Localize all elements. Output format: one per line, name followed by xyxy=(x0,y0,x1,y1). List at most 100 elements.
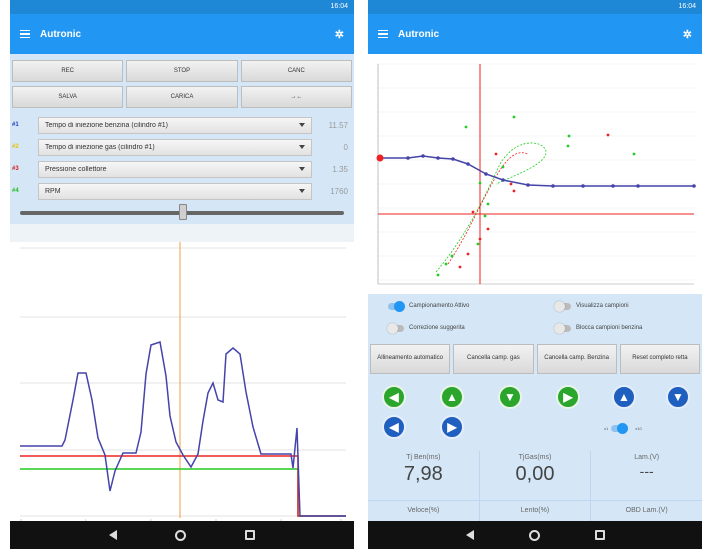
arrow-up-icon[interactable]: ▲ xyxy=(440,385,464,409)
toggle-correzione[interactable]: Correzione suggerita xyxy=(368,322,535,334)
toggle-label: Blocca campioni benzina xyxy=(576,325,643,331)
readout-veloce-label: Veloce(%) xyxy=(368,500,479,521)
channel-select-2[interactable]: Tempo di iniezione gas (cilindro #1) xyxy=(38,138,312,156)
skip-right-icon[interactable]: ▶ xyxy=(440,415,464,439)
toggle-row-2: Correzione suggerita Blocca campioni ben… xyxy=(368,318,702,338)
reset-button[interactable]: Reset completo retta xyxy=(619,344,700,374)
zoom-in-icon[interactable]: ▲ xyxy=(612,385,636,409)
step-x1-label: x1 xyxy=(604,426,609,431)
arrow-right-icon[interactable]: ▶ xyxy=(556,385,580,409)
zoom-out-icon[interactable]: ▼ xyxy=(666,385,690,409)
switch-off[interactable] xyxy=(387,322,404,334)
home-icon[interactable] xyxy=(175,529,187,541)
readout-tjben: Tj Ben(ms) 7,98 xyxy=(368,451,479,500)
channel-row-4: #4 RPM 1760 xyxy=(10,180,354,202)
time-slider-thumb[interactable] xyxy=(179,204,187,220)
arrow-down-icon[interactable]: ▼ xyxy=(498,385,522,409)
toggle-label: Campionamento Attivo xyxy=(409,303,470,309)
app-title: Autronic xyxy=(40,28,82,40)
plot-current-point[interactable] xyxy=(376,154,384,162)
salva-button[interactable]: SALVA xyxy=(12,86,124,108)
recent-apps-icon[interactable] xyxy=(594,530,605,540)
step-x10-label: x10 xyxy=(635,426,642,431)
readout-panel: Tj Ben(ms) 7,98 TjGas(ms) 0,00 Lam.(V) -… xyxy=(368,451,702,521)
carica-button[interactable]: CARICA xyxy=(126,86,238,108)
toggle-label: Correzione suggerita xyxy=(409,325,465,331)
toggle-label: Visualizza campioni xyxy=(576,303,629,309)
status-time: 16:04 xyxy=(678,3,696,10)
rec-button[interactable]: REC xyxy=(12,60,124,82)
cancella-gas-button[interactable]: Cancella camp. gas xyxy=(453,344,534,374)
android-nav-bar xyxy=(368,521,702,549)
toggle-row-1: Campionamento Attivo Visualizza campioni xyxy=(368,296,702,316)
channel-number: #1 xyxy=(12,122,19,128)
back-icon[interactable] xyxy=(109,530,118,540)
readout-obd-label: OBD Lam.(V) xyxy=(591,500,702,521)
channel-value: 11.57 xyxy=(328,120,348,130)
bluetooth-icon[interactable]: ✲ xyxy=(335,28,344,41)
readout-tjgas: TjGas(ms) 0,00 xyxy=(479,451,591,500)
readout-lambda: Lam.(V) --- xyxy=(591,451,702,500)
channel-number: #3 xyxy=(12,166,19,172)
bluetooth-icon[interactable]: ✲ xyxy=(683,28,692,41)
channel-select-3[interactable]: Pressione collettore xyxy=(38,160,312,178)
toggle-campionamento[interactable]: Campionamento Attivo xyxy=(368,300,535,312)
action-buttons: Allineamento automatico Cancella camp. g… xyxy=(370,344,700,374)
switch-off[interactable] xyxy=(554,300,571,312)
signal-chart[interactable]: 012345 xyxy=(10,242,354,522)
channel-select-4[interactable]: RPM xyxy=(38,182,312,200)
channel-number: #2 xyxy=(12,144,19,150)
menu-icon[interactable] xyxy=(20,29,30,39)
compress-button[interactable]: →← xyxy=(240,86,352,108)
readout-value: 0,00 xyxy=(515,463,555,485)
menu-icon[interactable] xyxy=(378,29,388,39)
readout-label: Tj Ben(ms) xyxy=(406,454,441,461)
android-nav-bar xyxy=(10,521,354,549)
channel-label: Pressione collettore xyxy=(45,165,107,173)
time-slider-row xyxy=(10,202,354,224)
readout-label: TjGas(ms) xyxy=(518,454,552,461)
step-toggle[interactable]: x1 x10 xyxy=(604,423,642,434)
status-bar: 16:04 xyxy=(368,0,702,14)
signal-chart-svg: 012345 xyxy=(20,242,346,522)
channel-select-1[interactable]: Tempo di iniezione benzina (cilindro #1) xyxy=(38,116,312,134)
caret-down-icon xyxy=(299,145,305,149)
channel-row-3: #3 Pressione collettore 1.35 xyxy=(10,158,354,180)
channel-row-2: #2 Tempo di iniezione gas (cilindro #1) … xyxy=(10,136,354,158)
map-plot[interactable] xyxy=(368,54,702,294)
canc-button[interactable]: CANC xyxy=(240,60,352,82)
status-time: 16:04 xyxy=(330,3,348,10)
toggle-blocca[interactable]: Blocca campioni benzina xyxy=(535,322,702,334)
app-bar: Autronic ✲ xyxy=(10,14,354,54)
allineamento-button[interactable]: Allineamento automatico xyxy=(370,344,451,374)
readout-value: 7,98 xyxy=(403,463,443,485)
control-buttons: REC STOP CANC SALVA CARICA →← xyxy=(10,54,354,114)
step-switch[interactable] xyxy=(611,423,629,434)
plot-grid xyxy=(378,63,694,281)
switch-off[interactable] xyxy=(554,322,571,334)
channel-number: #4 xyxy=(12,188,19,194)
series-blue-line xyxy=(20,341,346,517)
toggle-visualizza[interactable]: Visualizza campioni xyxy=(535,300,702,312)
channel-row-1: #1 Tempo di iniezione benzina (cilindro … xyxy=(10,114,354,136)
step-controls: ◀ ▶ x1 x10 xyxy=(368,413,702,447)
plot-red-samples xyxy=(458,133,610,269)
plot-blue-points xyxy=(378,154,696,188)
arrow-controls: ◀ ▲ ▼ ▶ ▲ ▼ xyxy=(368,380,702,414)
switch-on[interactable] xyxy=(388,300,405,312)
arrow-left-icon[interactable]: ◀ xyxy=(382,385,406,409)
caret-down-icon xyxy=(299,123,305,127)
plot-red-dashed-curve xyxy=(447,152,529,265)
series-red-line xyxy=(20,455,346,517)
recent-apps-icon[interactable] xyxy=(244,530,255,540)
readout-value: --- xyxy=(639,463,654,479)
skip-left-icon[interactable]: ◀ xyxy=(382,415,406,439)
series-green-line xyxy=(20,468,346,517)
cancella-benzina-button[interactable]: Cancella camp. Benzina xyxy=(536,344,617,374)
stop-button[interactable]: STOP xyxy=(126,60,238,82)
plot-blue-correction-line xyxy=(380,155,694,187)
back-icon[interactable] xyxy=(465,530,474,540)
left-phone-screen: 16:04 Autronic ✲ REC STOP CANC SALVA CAR… xyxy=(10,0,354,549)
home-icon[interactable] xyxy=(528,529,540,541)
app-title: Autronic xyxy=(398,28,440,40)
